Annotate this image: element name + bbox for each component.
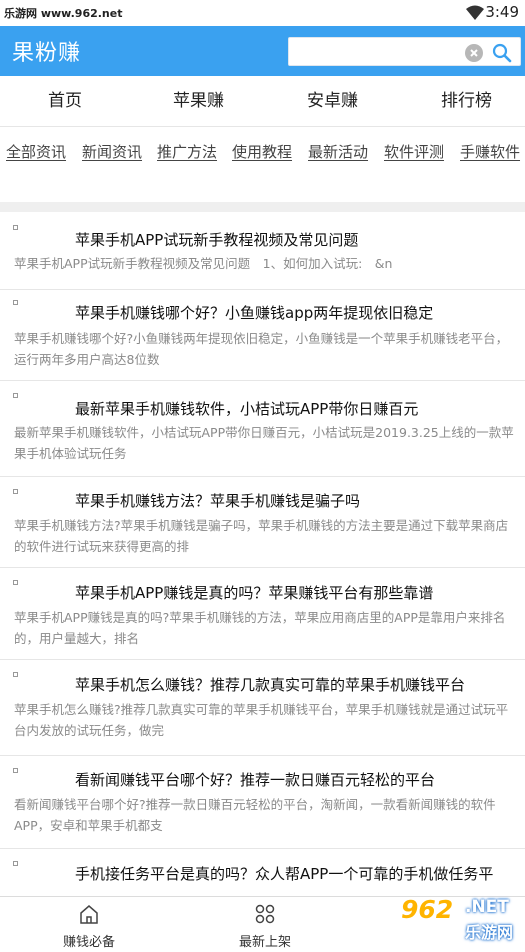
item-separator (0, 380, 525, 381)
article-title[interactable]: 苹果手机APP赚钱是真的吗？苹果赚钱平台有那些靠谱 (75, 582, 433, 603)
thumbnail-image (13, 300, 18, 305)
thumbnail-image (13, 580, 18, 585)
item-separator (0, 659, 525, 660)
home-icon (80, 905, 98, 924)
watermark-site-name: 乐游网 (465, 923, 514, 942)
bottom-nav-essentials[interactable]: 赚钱必备 (24, 897, 154, 952)
app-title: 果粉赚 (12, 41, 82, 66)
status-bar: 乐游网 www.962.net 3:49 (0, 0, 525, 26)
article-summary: 苹果手机赚钱哪个好?小鱼赚钱两年提现依旧稳定，小鱼赚钱是一个苹果手机赚钱老平台，… (14, 331, 509, 367)
item-separator (0, 755, 525, 756)
thumbnail-image (13, 489, 18, 494)
article-summary: 苹果手机APP试玩新手教程视频及常见问题 1、如何加入试玩: &n (14, 256, 393, 271)
search-box (288, 37, 521, 66)
tab-home[interactable]: 首页 (48, 86, 82, 111)
clear-icon[interactable] (465, 44, 483, 62)
site-watermark-logo: 962 .NET 乐游网 (395, 893, 523, 949)
clock: 3:49 (485, 3, 519, 21)
section-divider (0, 202, 525, 212)
article-summary: 苹果手机赚钱方法?苹果手机赚钱是骗子吗，苹果手机赚钱的方法主要是通过下载苹果商店… (14, 518, 509, 554)
article-title[interactable]: 看新闻赚钱平台哪个好？推荐一款日赚百元轻松的平台 (75, 769, 435, 790)
tab-android-earn[interactable]: 安卓赚 (307, 86, 358, 111)
thumbnail-image (13, 393, 18, 398)
bottom-nav-label: 最新上架 (238, 935, 291, 950)
article-summary: 最新苹果手机赚钱软件，小桔试玩APP带你日赚百元，小桔试玩是2019.3.25上… (14, 425, 514, 461)
search-icon[interactable] (491, 42, 513, 64)
carrier-label: 乐游网 www.962.net (4, 7, 123, 20)
search-input[interactable] (295, 42, 455, 62)
category-bar: 全部资讯 新闻资讯 推广方法 使用教程 最新活动 软件评测 手赚软件 (0, 126, 525, 202)
main-tabs: 首页 苹果赚 安卓赚 排行榜 (0, 76, 525, 120)
article-summary: 苹果手机APP赚钱是真的吗?苹果手机赚钱的方法，苹果应用商店里的APP是靠用户来… (14, 610, 506, 646)
item-separator (0, 567, 525, 568)
thumbnail-image (13, 672, 18, 677)
wifi-icon (466, 5, 484, 20)
article-list: 苹果手机APP试玩新手教程视频及常见问题 苹果手机APP试玩新手教程视频及常见问… (0, 212, 525, 896)
category-divider (0, 126, 525, 127)
app-header: 果粉赚 (0, 26, 525, 76)
article-title[interactable]: 手机接任务平台是真的吗？众人帮APP一个可靠的手机做任务平 (75, 863, 493, 884)
category-apps[interactable]: 手赚软件 (460, 141, 520, 162)
item-separator (0, 848, 525, 849)
article-title[interactable]: 苹果手机怎么赚钱？推荐几款真实可靠的苹果手机赚钱平台 (75, 674, 465, 695)
article-summary: 看新闻赚钱平台哪个好?推荐一款日赚百元轻松的平台，淘新闻，一款看新闻赚钱的软件A… (14, 797, 496, 833)
grid-icon (255, 904, 275, 924)
category-tutorial[interactable]: 使用教程 (232, 141, 292, 162)
article-summary: 苹果手机怎么赚钱?推荐几款真实可靠的苹果手机赚钱平台，苹果手机赚钱就是通过试玩平… (14, 702, 509, 738)
thumbnail-image (13, 768, 18, 773)
category-all-news[interactable]: 全部资讯 (6, 141, 66, 162)
category-news[interactable]: 新闻资讯 (82, 141, 142, 162)
watermark-brand: 962 (401, 895, 454, 924)
article-title[interactable]: 苹果手机赚钱方法？苹果手机赚钱是骗子吗 (75, 490, 360, 511)
bottom-nav-new-arrivals[interactable]: 最新上架 (200, 897, 330, 952)
article-title[interactable]: 苹果手机APP试玩新手教程视频及常见问题 (75, 229, 358, 250)
item-separator (0, 289, 525, 290)
bottom-nav-label: 赚钱必备 (62, 935, 115, 950)
item-separator (0, 476, 525, 477)
tab-ranking[interactable]: 排行榜 (441, 86, 492, 111)
watermark-domain: .NET (465, 897, 509, 917)
category-events[interactable]: 最新活动 (308, 141, 368, 162)
article-title[interactable]: 最新苹果手机赚钱软件，小桔试玩APP带你日赚百元 (75, 398, 418, 419)
article-title[interactable]: 苹果手机赚钱哪个好？小鱼赚钱app两年提现依旧稳定 (75, 302, 433, 323)
category-reviews[interactable]: 软件评测 (384, 141, 444, 162)
thumbnail-image (13, 225, 18, 230)
category-promotion[interactable]: 推广方法 (157, 141, 217, 162)
tab-apple-earn[interactable]: 苹果赚 (173, 86, 224, 111)
thumbnail-image (13, 861, 18, 866)
